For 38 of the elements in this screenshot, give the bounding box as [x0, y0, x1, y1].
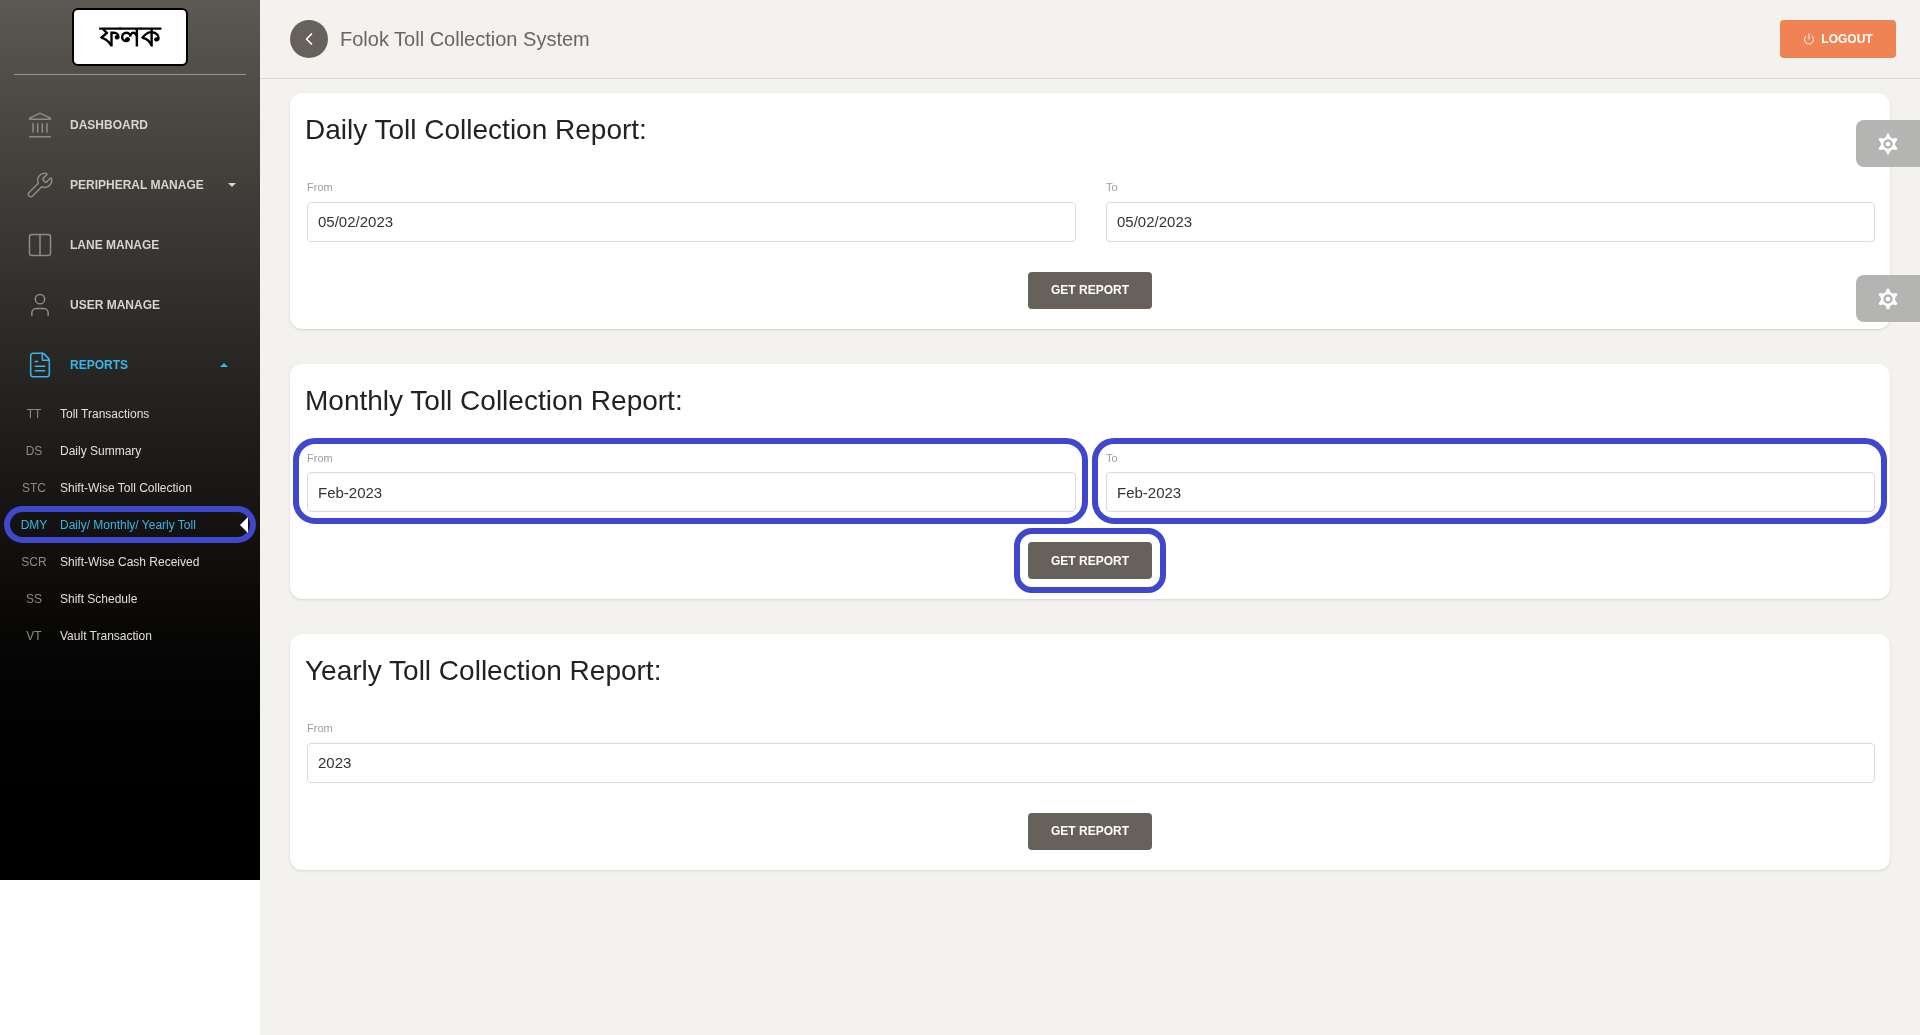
field-label: From	[307, 721, 334, 736]
nav-item[interactable]: PERIPHERAL MANAGE	[14, 155, 246, 215]
nav-icon	[26, 171, 54, 199]
active-pointer-icon	[240, 516, 248, 533]
nav-subitem[interactable]: DMY Daily/ Monthly/ Yearly Toll	[10, 512, 250, 537]
input-field[interactable]: Feb-2023	[307, 472, 1076, 512]
nav-icon	[26, 111, 54, 139]
nav-subitem[interactable]: SS Shift Schedule	[10, 586, 250, 611]
nav-item[interactable]: LANE MANAGE	[14, 215, 246, 275]
get-report-button[interactable]: GET REPORT	[1028, 271, 1152, 309]
input-field[interactable]: 2023	[307, 742, 1875, 783]
back-button[interactable]	[290, 20, 328, 58]
settings-tab[interactable]	[1856, 275, 1920, 322]
input-field[interactable]: Feb-2023	[1106, 472, 1875, 512]
field-label: To	[1106, 450, 1119, 466]
nav-subitem[interactable]: VT Vault Transaction	[10, 623, 250, 648]
nav-icon	[26, 231, 54, 259]
field-label: From	[307, 180, 334, 195]
power-icon	[1803, 33, 1816, 45]
input-field[interactable]: 05/02/2023	[1106, 201, 1875, 242]
field-label: To	[1106, 180, 1119, 195]
card-title: Monthly Toll Collection Report:	[305, 383, 684, 418]
nav-subitem[interactable]: TT Toll Transactions	[10, 401, 250, 426]
nav-item[interactable]: REPORTS	[14, 335, 246, 395]
field-label: From	[307, 450, 334, 466]
get-report-button[interactable]: GET REPORT	[1028, 812, 1152, 850]
get-report-button[interactable]: GET REPORT	[1028, 542, 1152, 579]
nav-subitem[interactable]: SCR Shift-Wise Cash Received	[10, 549, 250, 574]
nav-item[interactable]: DASHBOARD	[14, 95, 246, 155]
nav-subitem[interactable]: STC Shift-Wise Toll Collection	[10, 475, 250, 500]
input-field[interactable]: 05/02/2023	[307, 201, 1076, 242]
settings-tab[interactable]	[1856, 120, 1920, 167]
card-title: Daily Toll Collection Report:	[305, 113, 648, 147]
nav-subitem[interactable]: DS Daily Summary	[10, 438, 250, 463]
logo: ফলক	[72, 8, 188, 66]
card-title: Yearly Toll Collection Report:	[305, 654, 663, 688]
nav-item[interactable]: USER MANAGE	[14, 275, 246, 335]
app-title: Folok Toll Collection System	[340, 27, 590, 52]
